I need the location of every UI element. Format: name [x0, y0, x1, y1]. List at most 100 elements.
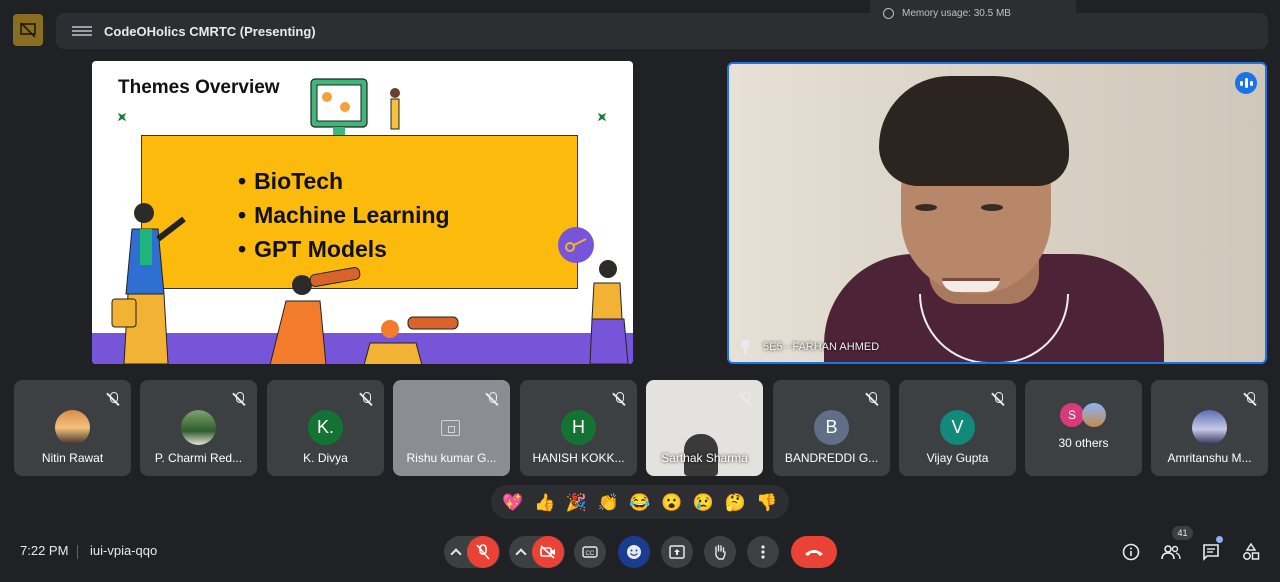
memory-label: Memory usage:: [902, 7, 971, 19]
raise-hand-button[interactable]: [704, 536, 736, 568]
presenter-logo-icon: [72, 26, 92, 36]
shapes-icon: [1243, 543, 1260, 560]
svg-text:CC: CC: [586, 551, 595, 557]
participant-name: 30 others: [1058, 436, 1109, 450]
voice-activity-icon: [1235, 72, 1257, 94]
chevron-up-icon: [515, 548, 527, 560]
mic-toggle-button[interactable]: [467, 536, 499, 568]
slide-bullet: BioTech: [238, 164, 450, 198]
participant-tile[interactable]: P. Charmi Red...: [140, 380, 257, 476]
participant-name: Nitin Rawat: [41, 451, 104, 465]
avatar-initial: V: [940, 410, 975, 445]
camera-options-button[interactable]: [510, 546, 532, 560]
gauge-icon: [883, 7, 894, 19]
mic-control: [444, 536, 500, 568]
participant-count-badge: 41: [1172, 526, 1193, 540]
sparkle-icon: [594, 109, 611, 126]
avatar-initial: H: [561, 410, 596, 445]
participant-name: BANDREDDI G...: [784, 451, 879, 465]
mic-off-icon: [865, 392, 879, 406]
participant-name: P. Charmi Red...: [154, 451, 243, 465]
meeting-clock: 7:22 PM: [20, 543, 69, 558]
captions-icon: CC: [582, 546, 598, 558]
reaction-bar: 💖 👍 🎉 👏 😂 😮 😢 🤔 👎: [491, 485, 789, 519]
meet-window: CodeOHolics CMRTC (Presenting) Memory us…: [0, 0, 1280, 582]
speaker-eye: [915, 204, 937, 211]
speaker-hair: [879, 76, 1069, 186]
party-popper-reaction[interactable]: 🎉: [566, 494, 587, 511]
mic-off-icon: [232, 392, 246, 406]
camera-toggle-button[interactable]: [532, 536, 564, 568]
sad-reaction[interactable]: 😢: [693, 494, 714, 511]
chat-icon: [1203, 544, 1219, 561]
avatar-initial: K.: [308, 410, 343, 445]
clap-reaction[interactable]: 👏: [598, 494, 619, 511]
speaker-name-label: 5E5 - FARHAN AHMED: [739, 340, 879, 354]
participant-tile[interactable]: V Vijay Gupta: [899, 380, 1016, 476]
leave-call-button[interactable]: [791, 536, 837, 568]
hang-up-icon: [805, 550, 823, 556]
woman-illustration-icon: [111, 203, 186, 364]
others-tile[interactable]: S 30 others: [1025, 380, 1142, 476]
chat-button[interactable]: [1200, 541, 1222, 563]
speaker-mouth: [942, 278, 1000, 292]
thinking-reaction[interactable]: 🤔: [725, 494, 746, 511]
mic-options-button[interactable]: [445, 546, 467, 560]
participant-tile[interactable]: Rishu kumar G...: [393, 380, 510, 476]
people-button[interactable]: [1160, 541, 1182, 563]
mic-off-icon: [476, 544, 490, 560]
memory-value: 30.5 MB: [973, 7, 1011, 19]
slide-title: Themes Overview: [118, 77, 280, 98]
reactions-button[interactable]: [618, 536, 650, 568]
camera-control: [509, 536, 565, 568]
captions-button[interactable]: CC: [574, 536, 606, 568]
mic-off-icon: [738, 392, 752, 406]
participant-tile[interactable]: K. K. Divya: [267, 380, 384, 476]
presented-slide: Themes Overview BioTech Machine Learning…: [92, 61, 633, 364]
pin-icon[interactable]: [739, 340, 751, 354]
activities-button[interactable]: [1240, 541, 1262, 563]
surprised-reaction[interactable]: 😮: [661, 494, 682, 511]
participant-name: Sarthak Sharma: [661, 451, 748, 465]
participant-name: Vijay Gupta: [926, 451, 989, 465]
speaker-name: 5E5 - FARHAN AHMED: [763, 341, 880, 353]
avatar-initial: S: [1060, 403, 1084, 427]
active-speaker-tile[interactable]: 5E5 - FARHAN AHMED: [727, 62, 1267, 364]
camera-off-icon: [441, 420, 460, 436]
participant-name: K. Divya: [303, 451, 348, 465]
present-screen-button[interactable]: [661, 536, 693, 568]
mic-off-icon: [106, 392, 120, 406]
chat-notification-dot: [1216, 536, 1223, 543]
sparkling-heart-reaction[interactable]: 💖: [502, 494, 523, 511]
avatar: [1082, 403, 1106, 427]
presentation-title: CodeOHolics CMRTC (Presenting): [104, 23, 316, 39]
presentation-icon[interactable]: [13, 14, 43, 46]
smile-icon: [627, 545, 641, 559]
participant-tile[interactable]: Amritanshu M...: [1151, 380, 1268, 476]
hand-icon: [715, 544, 726, 560]
more-options-button[interactable]: [747, 536, 779, 568]
mic-off-icon: [612, 392, 626, 406]
participant-tile[interactable]: Nitin Rawat: [14, 380, 131, 476]
mic-off-icon: [1243, 392, 1257, 406]
avatar: [181, 410, 216, 445]
camera-off-icon: [540, 545, 555, 559]
presentation-bar: CodeOHolics CMRTC (Presenting): [56, 13, 1268, 49]
participant-tile[interactable]: Sarthak Sharma: [646, 380, 763, 476]
mic-off-icon: [359, 392, 373, 406]
thumbs-up-reaction[interactable]: 👍: [534, 494, 555, 511]
thumbs-down-reaction[interactable]: 👎: [756, 494, 777, 511]
telescope-man-icon: [269, 267, 361, 364]
meeting-code[interactable]: iui-vpia-qqo: [90, 543, 157, 558]
mic-off-icon: [485, 392, 499, 406]
laugh-reaction[interactable]: 😂: [629, 494, 650, 511]
participant-name: Amritanshu M...: [1167, 451, 1252, 465]
info-icon: [1122, 543, 1140, 561]
meeting-details-button[interactable]: [1120, 541, 1142, 563]
participant-name: Rishu kumar G...: [406, 451, 497, 465]
participant-tile[interactable]: H HANISH KOKK...: [520, 380, 637, 476]
participant-tile[interactable]: B BANDREDDI G...: [773, 380, 890, 476]
chevron-up-icon: [450, 548, 462, 560]
sparkle-icon: [114, 109, 131, 126]
telescope-child-icon: [364, 316, 459, 364]
